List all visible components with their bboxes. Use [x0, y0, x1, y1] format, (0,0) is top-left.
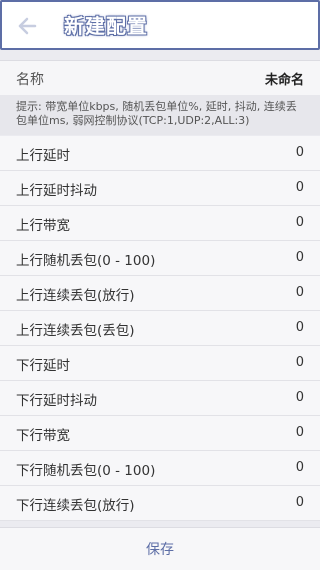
param-value[interactable]: 0 [296, 495, 304, 510]
param-value[interactable]: 0 [296, 145, 304, 160]
app-header: 新建配置 [0, 0, 320, 50]
param-label: 上行连续丢包(丢包) [16, 323, 135, 339]
param-value[interactable]: 0 [296, 180, 304, 195]
param-row-uplink-bandwidth[interactable]: 上行带宽 0 [0, 206, 320, 241]
param-row-downlink-delay[interactable]: 下行延时 0 [0, 346, 320, 381]
param-row-uplink-random-loss[interactable]: 上行随机丢包(0 - 100) 0 [0, 241, 320, 276]
back-button[interactable] [10, 10, 44, 42]
param-value[interactable]: 0 [296, 215, 304, 230]
save-button[interactable]: 保存 [0, 528, 320, 570]
name-field-row[interactable]: 名称 未命名 [0, 60, 320, 96]
param-row-uplink-burst-pass[interactable]: 上行连续丢包(放行) 0 [0, 276, 320, 311]
param-label: 下行延时抖动 [16, 393, 97, 409]
param-row-uplink-delay[interactable]: 上行延时 0 [0, 136, 320, 171]
param-label: 下行随机丢包(0 - 100) [16, 463, 156, 479]
back-arrow-icon [18, 17, 37, 35]
param-value[interactable]: 0 [296, 250, 304, 265]
param-value[interactable]: 0 [296, 285, 304, 300]
params-list: 上行延时 0 上行延时抖动 0 上行带宽 0 上行随机丢包(0 - 100) 0… [0, 136, 320, 521]
footer-bar: 保存 [0, 527, 320, 570]
param-row-downlink-bandwidth[interactable]: 下行带宽 0 [0, 416, 320, 451]
param-row-uplink-jitter[interactable]: 上行延时抖动 0 [0, 171, 320, 206]
param-label: 上行带宽 [16, 218, 70, 234]
param-label: 上行延时 [16, 148, 70, 164]
name-field-value[interactable]: 未命名 [265, 69, 304, 88]
hint-text: 提示: 带宽单位kbps, 随机丢包单位%, 延时, 抖动, 连续丢包单位ms,… [0, 95, 320, 135]
param-value[interactable]: 0 [296, 355, 304, 370]
param-row-downlink-jitter[interactable]: 下行延时抖动 0 [0, 381, 320, 416]
param-label: 上行延时抖动 [16, 183, 97, 199]
param-value[interactable]: 0 [296, 460, 304, 475]
param-label: 下行连续丢包(放行) [16, 498, 135, 514]
param-value[interactable]: 0 [296, 425, 304, 440]
param-label: 上行连续丢包(放行) [16, 288, 135, 304]
param-label: 下行带宽 [16, 428, 70, 444]
param-row-uplink-burst-drop[interactable]: 上行连续丢包(丢包) 0 [0, 311, 320, 346]
page-title: 新建配置 [64, 14, 148, 38]
param-row-downlink-random-loss[interactable]: 下行随机丢包(0 - 100) 0 [0, 451, 320, 486]
name-field-label: 名称 [16, 72, 44, 88]
param-label: 下行延时 [16, 358, 70, 374]
param-label: 上行随机丢包(0 - 100) [16, 253, 156, 269]
param-value[interactable]: 0 [296, 320, 304, 335]
param-value[interactable]: 0 [296, 390, 304, 405]
param-row-downlink-burst-pass[interactable]: 下行连续丢包(放行) 0 [0, 486, 320, 521]
